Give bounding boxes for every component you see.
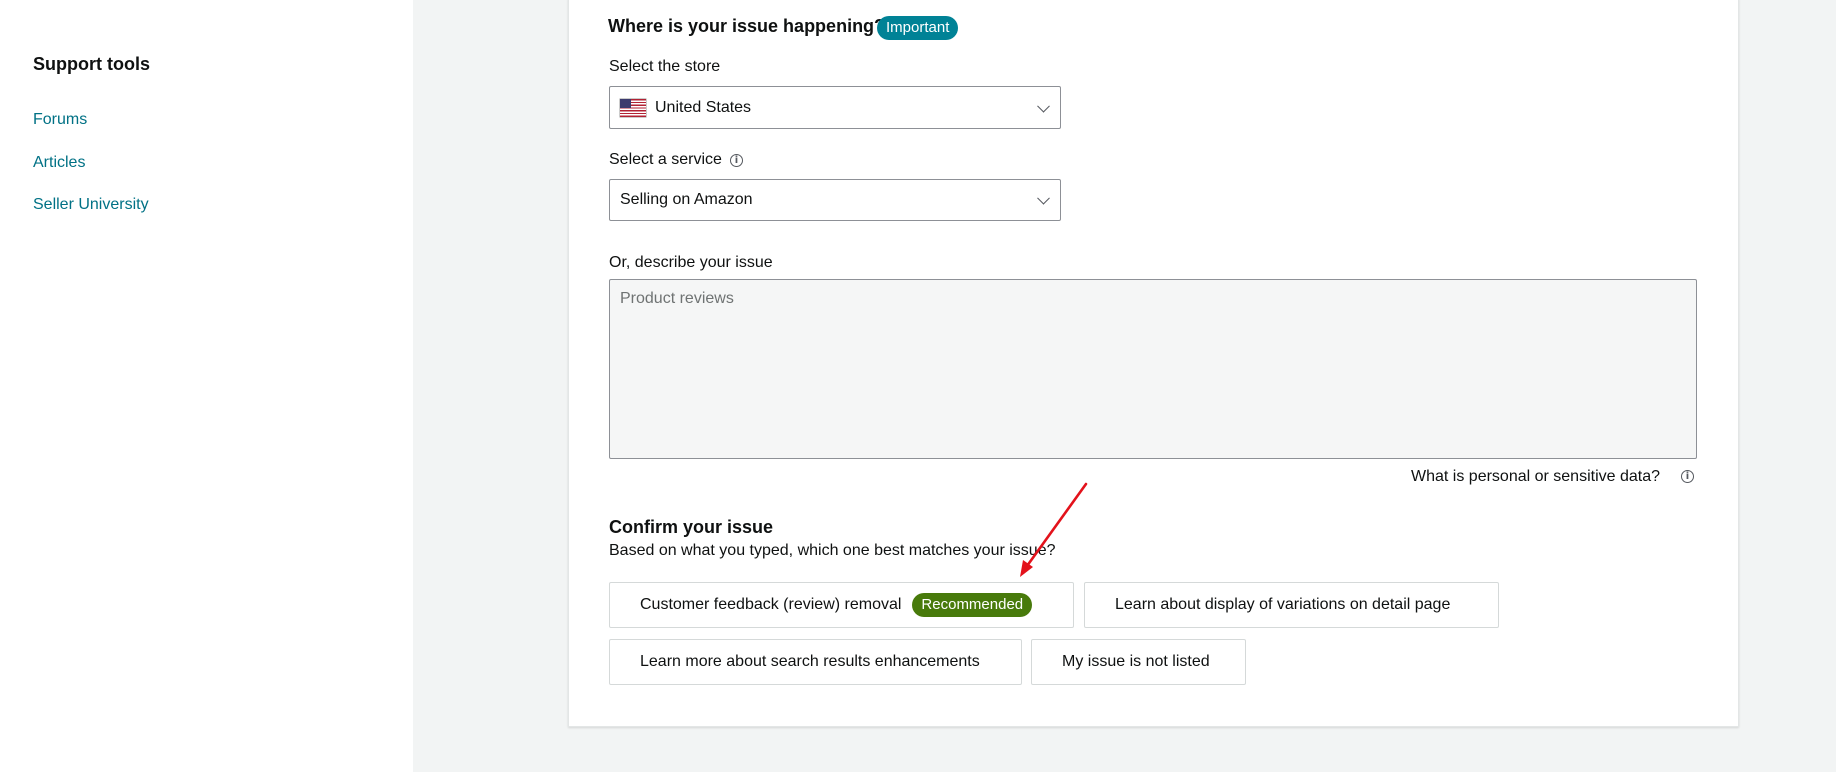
option-variations-display-button[interactable]: Learn about display of variations on det… xyxy=(1084,582,1499,628)
option-label: Learn about display of variations on det… xyxy=(1115,596,1451,613)
sidebar-link-seller-university[interactable]: Seller University xyxy=(33,196,149,214)
sensitive-data-link[interactable]: What is personal or sensitive data? xyxy=(1411,468,1660,486)
sidebar-link-articles[interactable]: Articles xyxy=(33,154,85,172)
sidebar-link-forums[interactable]: Forums xyxy=(33,111,87,129)
issue-location-heading: Where is your issue happening? xyxy=(608,16,886,36)
chevron-down-icon xyxy=(1037,99,1050,113)
option-not-listed-button[interactable]: My issue is not listed xyxy=(1031,639,1246,685)
option-label: Learn more about search results enhancem… xyxy=(640,653,980,670)
service-label: Select a service xyxy=(609,151,722,168)
store-select-value: United States xyxy=(655,98,752,116)
store-select[interactable]: United States xyxy=(609,86,1061,129)
sidebar-title: Support tools xyxy=(33,54,150,74)
confirm-issue-title: Confirm your issue xyxy=(609,517,774,537)
us-flag-icon xyxy=(620,98,646,117)
service-select-value: Selling on Amazon xyxy=(620,191,753,208)
recommended-badge: Recommended xyxy=(912,593,1033,617)
service-info-icon[interactable]: i xyxy=(730,154,743,167)
describe-label: Or, describe your issue xyxy=(609,254,773,271)
sidebar: Support tools Forums Articles Seller Uni… xyxy=(0,0,413,772)
chevron-down-icon xyxy=(1037,191,1050,205)
option-label: Customer feedback (review) removal xyxy=(640,596,902,613)
confirm-issue-subtitle: Based on what you typed, which one best … xyxy=(609,542,1056,559)
option-review-removal-button[interactable]: Customer feedback (review) removal Recom… xyxy=(609,582,1074,628)
store-label: Select the store xyxy=(609,58,721,75)
sensitive-data-info-icon[interactable]: i xyxy=(1681,470,1694,483)
important-badge: Important xyxy=(877,16,959,40)
option-label: My issue is not listed xyxy=(1062,653,1210,670)
describe-issue-textarea[interactable] xyxy=(609,279,1697,459)
service-select[interactable]: Selling on Amazon xyxy=(609,179,1061,221)
option-search-enhancements-button[interactable]: Learn more about search results enhancem… xyxy=(609,639,1022,685)
